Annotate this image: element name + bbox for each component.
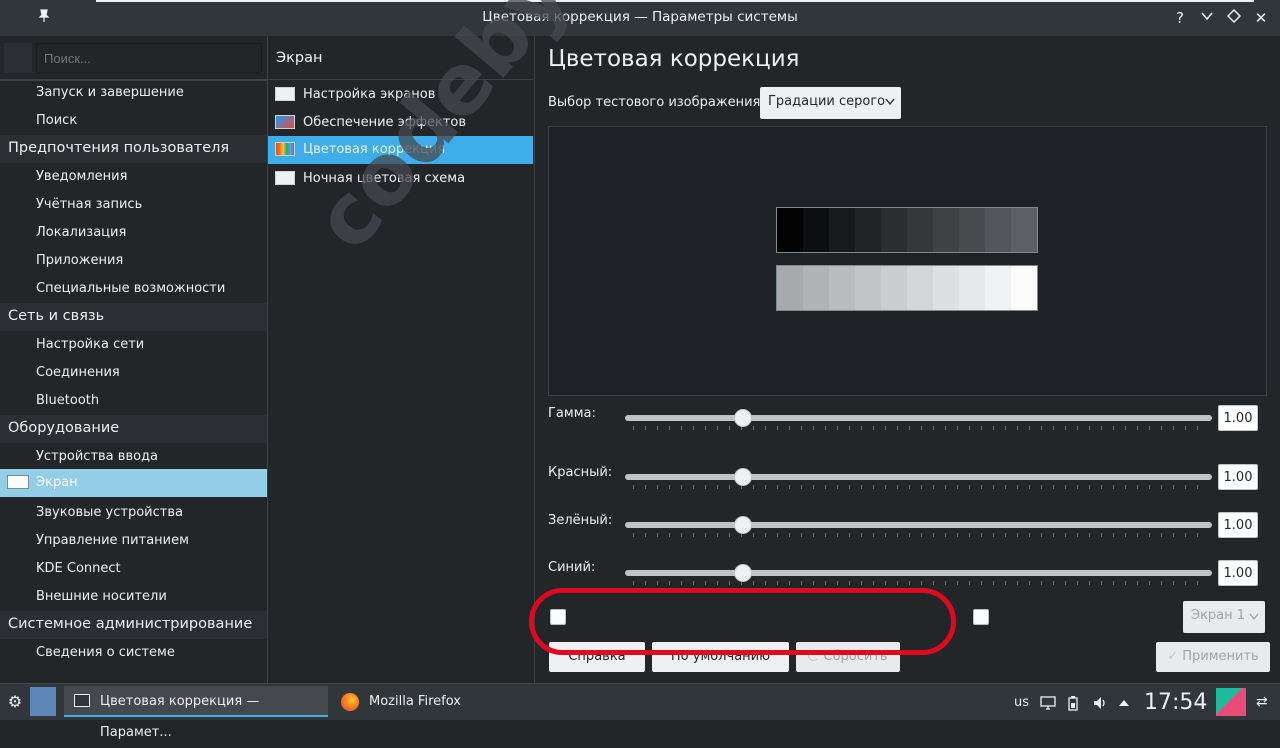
chevron-down-icon <box>1249 613 1259 621</box>
effects-icon <box>275 115 295 129</box>
battery-icon[interactable] <box>1068 684 1080 721</box>
monitor-icon <box>275 87 295 101</box>
gamma-value[interactable]: 1.00 <box>1218 405 1258 431</box>
monitor-icon <box>7 475 29 489</box>
green-label: Зелёный: <box>548 513 613 528</box>
window-title: Цветовая коррекция — Параметры системы <box>482 9 798 25</box>
page-title: Цветовая коррекция <box>548 46 800 72</box>
gamma-label: Гамма: <box>548 406 596 421</box>
test-image-select[interactable]: Градации серого <box>760 87 901 119</box>
green-slider[interactable] <box>625 522 1212 528</box>
titlebar-accent-line <box>96 0 1254 2</box>
monitor-icon <box>275 171 295 185</box>
chevron-down-icon <box>885 98 895 106</box>
sidebar-item-kde-connect[interactable]: KDE Connect <box>0 555 267 583</box>
search-input[interactable] <box>36 43 262 73</box>
clock[interactable]: 17:54 <box>1144 684 1207 721</box>
close-button[interactable]: ✕ <box>1251 8 1271 28</box>
red-value[interactable]: 1.00 <box>1218 464 1258 490</box>
option-checkbox-right[interactable] <box>973 609 989 625</box>
green-value[interactable]: 1.00 <box>1218 512 1258 538</box>
sidebar-item-label: Экран <box>36 475 78 490</box>
maximize-button[interactable] <box>1224 8 1244 28</box>
green-ticks <box>633 533 1205 537</box>
firefox-icon <box>341 693 359 711</box>
red-slider-handle[interactable] <box>734 468 752 486</box>
chevron-down-icon <box>1201 12 1213 21</box>
sidebar-item-localization[interactable]: Локализация <box>0 219 267 247</box>
volume-icon[interactable] <box>1092 684 1108 721</box>
sidebar: Запуск и завершение Поиск Предпочтения п… <box>0 36 268 683</box>
sidebar-item-system-info[interactable]: Сведения о системе <box>0 639 267 667</box>
keyboard-layout-indicator[interactable]: us <box>1014 684 1029 721</box>
green-slider-handle[interactable] <box>734 516 752 534</box>
test-image-value: Градации серого <box>768 94 886 109</box>
sidebar-category-hardware: Оборудование <box>0 415 267 443</box>
task-label: Mozilla Firefox <box>369 694 461 709</box>
color-correction-icon <box>275 142 295 156</box>
sidebar-item-network-settings[interactable]: Настройка сети <box>0 331 267 359</box>
sidebar-item-removable-storage[interactable]: Внешние носители <box>0 583 267 611</box>
red-label: Красный: <box>548 465 613 480</box>
show-desktop-icon[interactable] <box>1216 688 1246 716</box>
test-image-preview <box>548 126 1267 396</box>
sidebar-item-power[interactable]: Управление питанием <box>0 527 267 555</box>
sidebar-item-startup[interactable]: Запуск и завершение <box>0 79 267 107</box>
grayscale-bar-light <box>776 265 1038 311</box>
sidebar-item-search[interactable]: Поиск <box>0 107 267 135</box>
red-annotation-highlight <box>529 588 956 655</box>
help-button[interactable]: ? <box>1170 8 1190 28</box>
network-icon[interactable] <box>1040 684 1056 721</box>
sidebar-item-accessibility[interactable]: Специальные возможности <box>0 275 267 303</box>
pager-desktop[interactable] <box>30 687 56 716</box>
test-image-label: Выбор тестового изображения: <box>548 95 765 110</box>
red-ticks <box>633 485 1205 489</box>
blue-value[interactable]: 1.00 <box>1218 560 1258 586</box>
gamma-slider-handle[interactable] <box>734 409 752 427</box>
task-system-settings[interactable]: Цветовая коррекция — Парамет... <box>64 686 328 740</box>
red-slider[interactable] <box>625 474 1212 480</box>
task-label: Цветовая коррекция — Парамет... <box>100 694 260 740</box>
help-icon: ? <box>1176 9 1184 27</box>
sidebar-item-display[interactable]: Экран <box>0 469 267 497</box>
main-content: Цветовая коррекция Выбор тестового изобр… <box>529 36 1280 683</box>
blue-ticks <box>633 581 1205 585</box>
window-titlebar: Цветовая коррекция — Параметры системы ?… <box>0 0 1280 36</box>
blue-slider-handle[interactable] <box>734 564 752 582</box>
app-launcher-icon[interactable]: ⚙ <box>4 686 26 717</box>
sidebar-item-connections[interactable]: Соединения <box>0 359 267 387</box>
blue-slider[interactable] <box>625 570 1212 576</box>
sidebar-item-bluetooth[interactable]: Bluetooth <box>0 387 267 415</box>
panel-options-icon[interactable]: ⇄ <box>1256 684 1272 721</box>
apply-button-label: Применить <box>1182 649 1259 664</box>
task-firefox[interactable]: Mozilla Firefox <box>334 686 600 717</box>
sidebar-menu-placeholder <box>4 43 32 73</box>
tray-expand-icon[interactable] <box>1118 684 1132 721</box>
sidebar-item-applications[interactable]: Приложения <box>0 247 267 275</box>
sidebar-item-audio[interactable]: Звуковые устройства <box>0 499 267 527</box>
checkmark-icon: ✓ <box>1167 649 1179 664</box>
screen-select-value: Экран 1 <box>1191 608 1246 623</box>
diamond-icon <box>1226 8 1242 24</box>
category-pane-title: Экран <box>276 50 323 66</box>
screen-select[interactable]: Экран 1 <box>1183 601 1265 633</box>
grayscale-bar-dark <box>776 207 1038 253</box>
minimize-button[interactable] <box>1197 8 1217 28</box>
close-icon: ✕ <box>1254 9 1268 27</box>
gamma-slider[interactable] <box>625 415 1212 421</box>
apply-button[interactable]: ✓ Применить <box>1156 642 1270 672</box>
gamma-ticks <box>633 426 1205 430</box>
settings-app-icon <box>74 694 90 707</box>
blue-label: Синий: <box>548 560 596 575</box>
sidebar-item-input-devices[interactable]: Устройства ввода <box>0 443 267 471</box>
sidebar-category-network: Сеть и связь <box>0 303 267 331</box>
sidebar-item-account[interactable]: Учётная запись <box>0 191 267 219</box>
sidebar-item-notifications[interactable]: Уведомления <box>0 163 267 191</box>
taskbar: ⚙ Цветовая коррекция — Парамет... Mozill… <box>0 683 1280 740</box>
sidebar-category-system-admin: Системное администрирование <box>0 611 267 639</box>
sidebar-category-user-preferences: Предпочтения пользователя <box>0 135 267 163</box>
